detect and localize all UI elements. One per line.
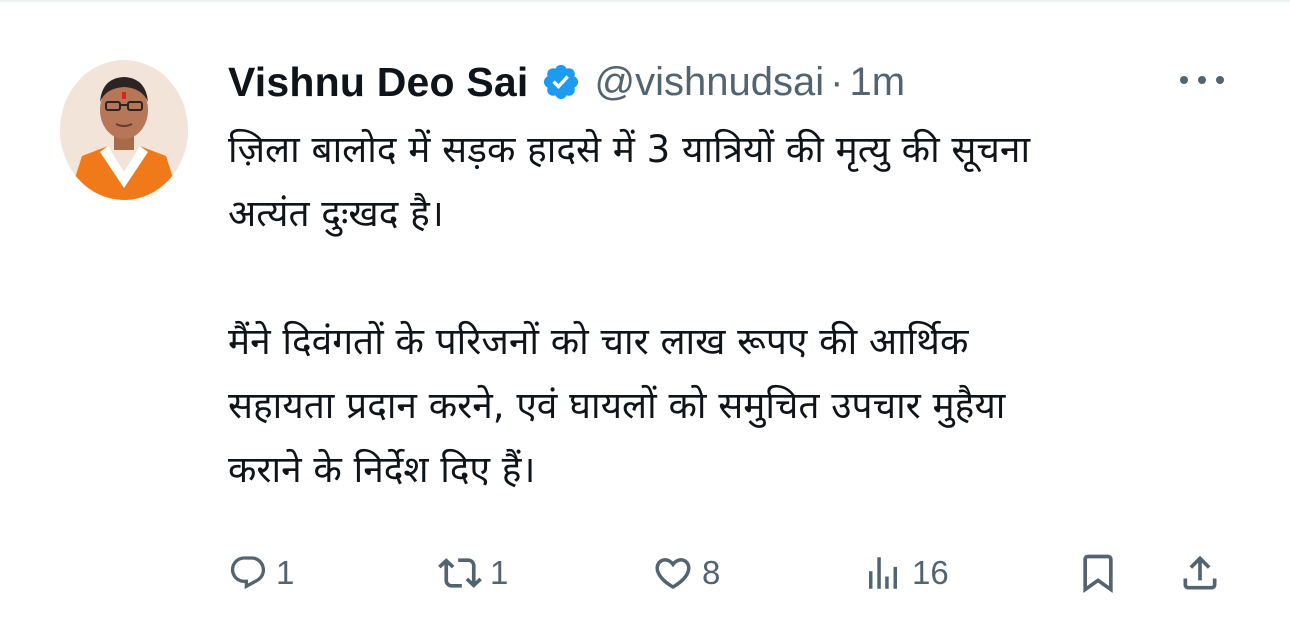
tweet-line: ज़िला बालोद में सड़क हादसे में 3 यात्रिय…: [228, 128, 1031, 171]
author-name[interactable]: Vishnu Deo Sai: [228, 59, 529, 106]
more-dot: [1198, 76, 1206, 84]
like-count: 8: [702, 554, 721, 591]
avatar[interactable]: [60, 60, 188, 200]
heart-icon: [655, 558, 691, 590]
repost-icon: [438, 558, 482, 588]
verified-badge-icon[interactable]: [541, 62, 581, 102]
reply-icon: [230, 556, 266, 590]
more-options-icon[interactable]: [1180, 62, 1224, 98]
more-dot: [1180, 76, 1188, 84]
action-bar: 1 1 8 16: [228, 545, 1228, 601]
reply-count: 1: [276, 554, 295, 591]
author-handle[interactable]: @vishnudsai: [595, 60, 825, 105]
tweet-header: Vishnu Deo Sai @vishnudsai · 1m: [228, 56, 905, 108]
tweet-line: मैंने दिवंगतों के परिजनों को चार लाख रूप…: [228, 320, 969, 363]
tweet-body: ज़िला बालोद में सड़क हादसे में 3 यात्रिय…: [228, 118, 1268, 502]
top-divider: [0, 0, 1290, 2]
bookmark-icon: [1083, 554, 1113, 594]
share-button[interactable]: [1178, 545, 1222, 601]
views-button[interactable]: 16: [862, 545, 949, 601]
bookmark-button[interactable]: [1076, 545, 1120, 601]
more-dot: [1216, 76, 1224, 84]
like-button[interactable]: 8: [652, 545, 720, 601]
tweet-line: अत्यंत दुःखद है।: [228, 192, 444, 235]
reply-button[interactable]: 1: [228, 545, 294, 601]
separator-dot: ·: [830, 59, 844, 104]
repost-count: 1: [490, 554, 509, 591]
tweet-timestamp[interactable]: 1m: [849, 60, 905, 105]
share-icon: [1183, 555, 1217, 590]
views-chart-icon: [869, 557, 897, 589]
avatar-photo: [60, 60, 188, 200]
tweet-line: सहायता प्रदान करने, एवं घायलों को समुचित…: [228, 384, 1006, 427]
tweet-line: कराने के निर्देश दिए हैं।: [228, 448, 536, 491]
repost-button[interactable]: 1: [438, 545, 508, 601]
views-count: 16: [912, 554, 949, 591]
